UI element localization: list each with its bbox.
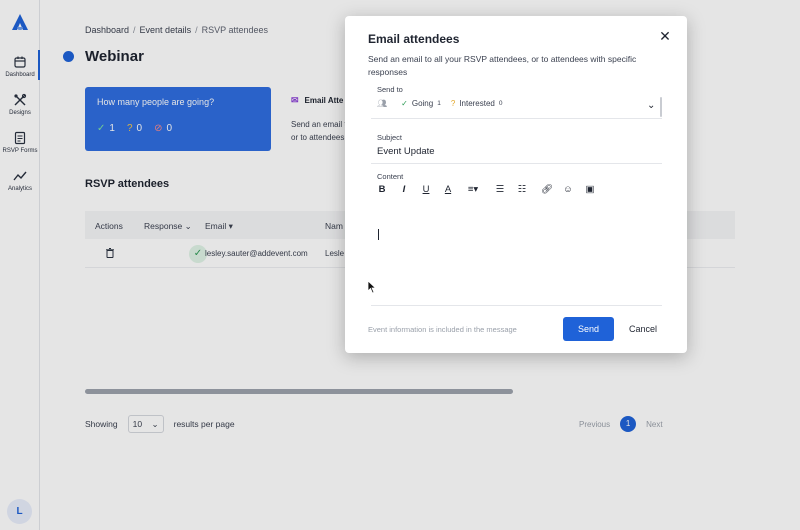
link-icon[interactable]: 🔗︎ bbox=[541, 184, 553, 195]
send-button[interactable]: Send bbox=[563, 317, 614, 341]
close-icon[interactable]: ✕ bbox=[657, 28, 673, 44]
underline-icon[interactable]: U bbox=[421, 184, 431, 195]
going-option-count: 1 bbox=[437, 100, 441, 107]
numbered-list-icon[interactable]: ☷ bbox=[517, 184, 527, 195]
content-label: Content bbox=[377, 172, 404, 181]
text-color-icon[interactable]: A bbox=[443, 184, 453, 195]
interested-option-label: Interested bbox=[459, 99, 495, 108]
modal-title: Email attendees bbox=[368, 32, 460, 46]
check-icon: ✓ bbox=[401, 99, 408, 108]
content-field: Content B I U A ≡▾ ☰ ☷ 🔗︎ ☺ ▣ bbox=[371, 172, 662, 306]
send-to-field[interactable]: Send to 👥︎ ✓ Going 1 ? Interested 0 ⌄ bbox=[371, 85, 662, 119]
align-left-icon[interactable]: ≡▾ bbox=[465, 184, 481, 195]
text-caret bbox=[378, 229, 379, 240]
cancel-button[interactable]: Cancel bbox=[623, 317, 663, 341]
bulleted-list-icon[interactable]: ☰ bbox=[495, 184, 505, 195]
question-icon: ? bbox=[450, 99, 456, 108]
send-to-selection: 👥︎ ✓ Going 1 ? Interested 0 bbox=[377, 99, 513, 108]
send-to-scrollbar[interactable] bbox=[660, 97, 662, 117]
content-editor[interactable] bbox=[377, 208, 657, 298]
modal-description: Send an email to all your RSVP attendees… bbox=[368, 54, 637, 77]
subject-field[interactable]: Subject Event Update bbox=[371, 133, 662, 164]
editor-toolbar: B I U A ≡▾ ☰ ☷ 🔗︎ ☺ ▣ bbox=[377, 184, 607, 195]
image-icon[interactable]: ▣ bbox=[585, 184, 595, 195]
mouse-pointer-icon bbox=[367, 280, 377, 294]
subject-label: Subject bbox=[377, 133, 403, 142]
chevron-down-icon[interactable]: ⌄ bbox=[647, 100, 655, 111]
footer-note: Event information is included in the mes… bbox=[368, 325, 517, 334]
email-attendees-modal: Email attendees ✕ Send an email to all y… bbox=[345, 16, 687, 353]
emoji-icon[interactable]: ☺ bbox=[563, 184, 573, 195]
bold-icon[interactable]: B bbox=[377, 184, 387, 195]
italic-icon[interactable]: I bbox=[399, 184, 409, 195]
send-to-label: Send to bbox=[377, 85, 403, 94]
going-option-label: Going bbox=[411, 99, 434, 108]
people-icon: 👥︎ bbox=[377, 99, 388, 108]
subject-input[interactable]: Event Update bbox=[377, 146, 435, 157]
interested-option-count: 0 bbox=[498, 100, 503, 107]
